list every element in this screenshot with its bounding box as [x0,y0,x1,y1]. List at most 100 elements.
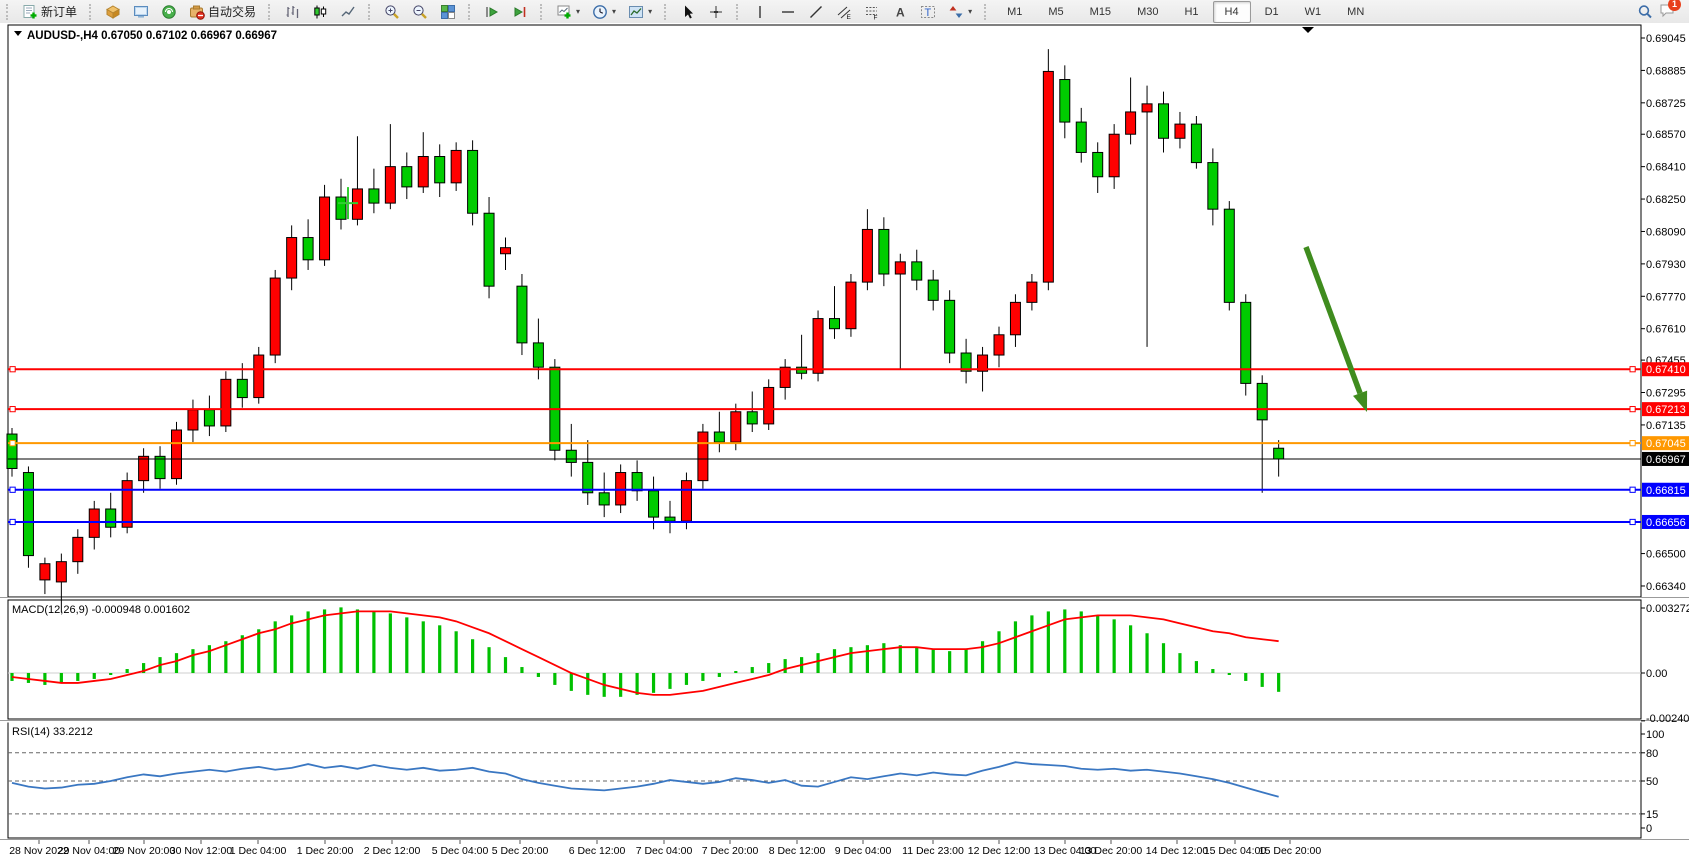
chart-title: AUDUSD-,H4 0.67050 0.67102 0.66967 0.669… [27,30,277,42]
toolbar-group-separator [6,4,12,20]
candle [23,466,33,567]
time-axis-label: 12 Dec 12:00 [968,845,1031,857]
time-axis-label: 7 Dec 20:00 [702,845,759,857]
rsi-axis-label: 15 [1646,809,1658,821]
candle [846,274,856,337]
zoom-out-icon [412,4,428,20]
candle [122,473,132,534]
time-axis-label: 15 Dec 04:00 [1204,845,1267,857]
timeframe-m15-button[interactable]: M15 [1078,1,1123,23]
candle [270,270,280,363]
cursor-button[interactable] [675,1,701,23]
chart-area[interactable]: 0.690450.688850.687250.685700.684100.682… [0,23,1689,860]
time-axis-label: 30 Nov 12:00 [170,845,233,857]
toolbar-group-separator [664,4,670,20]
crosshair-button[interactable] [703,1,729,23]
candle [468,140,478,225]
svg-text:T: T [925,7,932,19]
candle [517,274,527,355]
time-axis-label: 1 Dec 20:00 [297,845,354,857]
cursor-icon [680,4,696,20]
fibonacci-button[interactable]: F [859,1,885,23]
terminal-icon [133,4,149,20]
time-axis-label: 2 Dec 12:00 [364,845,421,857]
zoom-out-button[interactable] [407,1,433,23]
cube-button[interactable] [100,1,126,23]
zoom-in-button[interactable] [379,1,405,23]
time-axis-label: 6 Dec 12:00 [569,845,626,857]
notifications-button[interactable]: 1 [1659,2,1675,21]
crosshair-icon [708,4,724,20]
hline-price-label: 0.67410 [1646,364,1686,376]
new-order-label: 新订单 [41,3,77,20]
templates-button[interactable]: ▾ [623,1,657,23]
template-icon [628,4,644,20]
macd-axis-label: 0.00 [1646,668,1667,680]
arrows-icon [948,4,964,20]
rsi-axis-label: 50 [1646,776,1658,788]
timeframe-mn-button[interactable]: MN [1335,1,1376,23]
candle [1043,49,1053,290]
hline-price-label: 0.67213 [1646,404,1686,416]
macd-axis-label: 0.003272 [1646,603,1689,615]
price-tick-label: 0.66340 [1646,581,1686,593]
search-button[interactable] [1632,1,1658,23]
text-label-button[interactable]: T [915,1,941,23]
vertical-line-button[interactable] [747,1,773,23]
svg-text:F: F [874,14,878,20]
candlestick-chart-button[interactable] [307,1,333,23]
arrows-button[interactable]: ▾ [943,1,977,23]
svg-text:A: A [896,5,905,19]
rsi-axis-label: 100 [1646,729,1664,741]
new-order-button[interactable]: 新订单 [17,0,82,23]
candle [698,424,708,489]
timeframe-m1-button[interactable]: M1 [995,1,1034,23]
fibonacci-icon: F [864,4,880,20]
trendline-button[interactable] [803,1,829,23]
time-axis-label: 11 Dec 23:00 [902,845,964,857]
hline-price-label: 0.66815 [1646,485,1686,497]
price-tick-label: 0.67135 [1646,420,1686,432]
macd-label: MACD(12,26,9) -0.000948 0.001602 [12,604,190,616]
price-tick-label: 0.68570 [1646,129,1686,141]
terminal-button[interactable] [128,1,154,23]
timeframe-d1-button[interactable]: D1 [1253,1,1291,23]
new-chart-button[interactable]: ▾ [551,1,585,23]
toolbar-group-separator [368,4,374,20]
tile-windows-button[interactable] [435,1,461,23]
timeframe-w1-button[interactable]: W1 [1293,1,1334,23]
time-axis-label: 7 Dec 04:00 [636,845,693,857]
text-button[interactable]: A [887,1,913,23]
auto-scroll-button[interactable] [479,1,505,23]
price-tick-label: 0.69045 [1646,33,1686,45]
timeframe-m30-button[interactable]: M30 [1125,1,1170,23]
timeframe-h1-button[interactable]: H1 [1172,1,1210,23]
periods-button[interactable]: ▾ [587,1,621,23]
time-axis-label: 15 Dec 20:00 [1259,845,1322,857]
timeframe-h4-button[interactable]: H4 [1213,1,1251,23]
auto-trading-button[interactable]: 自动交易 [184,0,261,23]
rsi-axis-label: 0 [1646,823,1652,835]
timeframe-m5-button[interactable]: M5 [1036,1,1075,23]
horizontal-line-button[interactable] [775,1,801,23]
chart-shift-icon [512,4,528,20]
signal-button[interactable] [156,1,182,23]
toolbar-group-separator [984,4,990,20]
equidistant-channel-button[interactable]: E [831,1,857,23]
time-axis-label: 1 Dec 04:00 [230,845,287,857]
text-label-icon: T [920,4,936,20]
bar-chart-button[interactable] [279,1,305,23]
hline-price-label: 0.67045 [1646,438,1686,450]
toolbar-group-separator [540,4,546,20]
time-axis-label: 29 Nov 20:00 [113,845,176,857]
bar-chart-icon [284,4,300,20]
line-chart-icon [340,4,356,20]
vertical-line-icon [752,4,768,20]
main-chart-frame [8,25,1641,597]
horizontal-line-icon [780,4,796,20]
chart-canvas[interactable]: 0.690450.688850.687250.685700.684100.682… [0,23,1689,860]
candle [945,290,955,363]
chart-shift-button[interactable] [507,1,533,23]
line-chart-button[interactable] [335,1,361,23]
hline-price-label: 0.66967 [1646,454,1686,466]
